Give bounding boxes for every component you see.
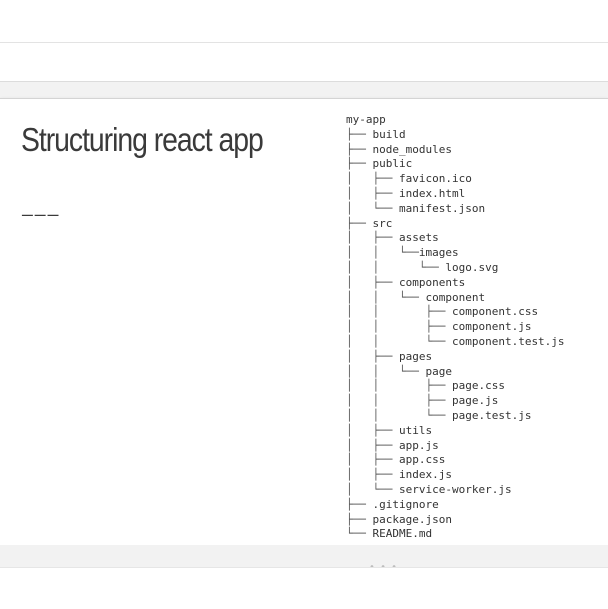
- tree-item-name: README.md: [372, 527, 433, 541]
- tree-item-name: package.json: [372, 512, 452, 526]
- slide-title[interactable]: Structuring react app: [21, 121, 264, 159]
- tree-branch: │ ├──: [346, 453, 399, 467]
- tree-item-name: assets: [398, 231, 439, 245]
- tree-line: ├── package.json: [346, 513, 565, 528]
- top-bar: [0, 0, 608, 43]
- tree-line: │ ├── app.js: [346, 439, 565, 454]
- tree-item-name: utils: [398, 423, 433, 437]
- tree-line: │ ├── app.css: [346, 453, 565, 468]
- footer-bar: [0, 567, 608, 609]
- slide[interactable]: Structuring react app ——— my-app ├── buil…: [0, 98, 608, 546]
- tree-branch: ├──: [346, 512, 373, 526]
- tree-branch: ├──: [346, 497, 373, 511]
- tree-item-name: index.js: [398, 468, 452, 482]
- tree-line: │ │ └── component: [346, 291, 565, 306]
- tree-item-name: app.js: [398, 438, 439, 452]
- tree-branch: ├──: [346, 142, 373, 156]
- tree-item-name: manifest.json: [398, 201, 486, 215]
- tree-line: │ ├── index.js: [346, 468, 565, 483]
- tree-item-name: app.css: [398, 453, 446, 467]
- tree-line: ├── node_modules: [346, 143, 565, 158]
- tree-branch: │ │ └──: [346, 408, 452, 422]
- tree-line: │ │ └── component.test.js: [346, 335, 565, 350]
- tree-line: │ ├── index.html: [346, 187, 565, 202]
- folder-tree[interactable]: my-app ├── build ├── node_modules ├── publi…: [346, 113, 565, 542]
- tree-item-name: pages: [398, 349, 433, 363]
- tree-line: ├── src: [346, 217, 565, 232]
- tree-branch: │ ├──: [346, 186, 399, 200]
- tree-item-name: page.js: [451, 394, 499, 408]
- tree-line: └── README.md: [346, 527, 565, 542]
- tree-line: ├── .gitignore: [346, 498, 565, 513]
- tree-branch: │ ├──: [346, 275, 399, 289]
- tree-line: │ └── manifest.json: [346, 202, 565, 217]
- tree-branch: │ │ └──: [346, 290, 426, 304]
- tree-item-name: .gitignore: [372, 497, 439, 511]
- tree-item-name: page: [425, 364, 452, 378]
- tree-branch: ├──: [346, 216, 373, 230]
- tree-branch: │ ├──: [346, 349, 399, 363]
- tree-item-name: logo.svg: [445, 260, 499, 274]
- tree-line: │ ├── components: [346, 276, 565, 291]
- canvas-gutter-top: [0, 82, 608, 98]
- tree-line: │ └── service-worker.js: [346, 483, 565, 498]
- tree-branch: │ │ ├──: [346, 394, 452, 408]
- tree-item-name: my-app: [346, 113, 386, 126]
- tree-item-name: component.css: [451, 305, 539, 319]
- tree-line: │ │ ├── component.js: [346, 320, 565, 335]
- tree-line: │ │ ├── page.js: [346, 394, 565, 409]
- tree-item-name: images: [418, 246, 459, 260]
- tree-branch: │ │ ├──: [346, 305, 452, 319]
- tree-item-name: node_modules: [372, 142, 452, 156]
- tree-item-name: src: [372, 216, 393, 230]
- tree-branch: │ │ └──: [346, 334, 452, 348]
- tree-item-name: favicon.ico: [398, 172, 472, 186]
- tree-branch: │ ├──: [346, 468, 399, 482]
- tree-item-name: components: [398, 275, 466, 289]
- tree-branch: │ └──: [346, 482, 399, 496]
- tree-branch: │ ├──: [346, 231, 399, 245]
- toolbar: [0, 43, 608, 82]
- folder-tree-text: my-app ├── build ├── node_modules ├── publi…: [346, 113, 565, 542]
- tree-item-name: build: [372, 127, 406, 141]
- tree-item-name: component: [425, 290, 486, 304]
- tree-branch: │ │ └──: [346, 246, 419, 260]
- tree-item-name: component.test.js: [451, 334, 565, 348]
- tree-branch: ├──: [346, 127, 373, 141]
- tree-branch: │ │ ├──: [346, 320, 452, 334]
- tree-branch: │ │ └──: [346, 364, 426, 378]
- tree-branch: │ │ ├──: [346, 379, 452, 393]
- tree-line: │ ├── utils: [346, 424, 565, 439]
- tree-item-name: index.html: [398, 186, 466, 200]
- tree-item-name: service-worker.js: [398, 482, 512, 496]
- tree-line: │ │ └── page.test.js: [346, 409, 565, 424]
- tree-line: │ │ └── page: [346, 365, 565, 380]
- tree-branch: │ ├──: [346, 172, 399, 186]
- tree-item-name: component.js: [451, 320, 532, 334]
- tree-line: ├── build: [346, 128, 565, 143]
- tree-line: ├── public: [346, 157, 565, 172]
- tree-item-name: public: [372, 157, 413, 171]
- canvas-gutter-bottom: [0, 545, 608, 567]
- tree-line: │ ├── assets: [346, 231, 565, 246]
- tree-line: │ │ ├── page.css: [346, 379, 565, 394]
- tree-line: my-app: [346, 113, 565, 128]
- tree-line: │ │ └── logo.svg: [346, 261, 565, 276]
- tree-line: │ │ └──images: [346, 246, 565, 261]
- tree-branch: │ ├──: [346, 438, 399, 452]
- tree-line: │ ├── favicon.ico: [346, 172, 565, 187]
- tree-branch: │ │ └──: [346, 260, 446, 274]
- tree-branch: │ ├──: [346, 423, 399, 437]
- tree-branch: ├──: [346, 157, 373, 171]
- tree-branch: └──: [346, 527, 373, 541]
- tree-item-name: page.css: [451, 379, 505, 393]
- tree-line: │ │ ├── component.css: [346, 305, 565, 320]
- tree-item-name: page.test.js: [451, 408, 532, 422]
- tree-branch: │ └──: [346, 201, 399, 215]
- slide-divider: ———: [22, 206, 61, 226]
- tree-line: │ ├── pages: [346, 350, 565, 365]
